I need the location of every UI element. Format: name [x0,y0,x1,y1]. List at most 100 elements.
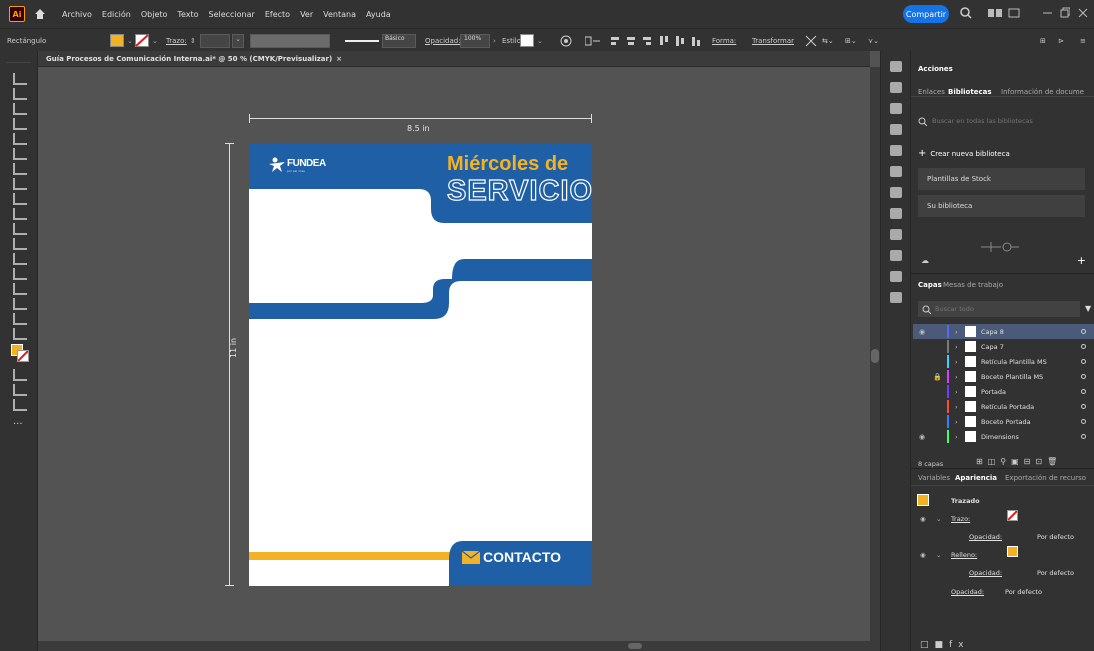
expand-chevron-icon[interactable]: › [955,403,965,411]
artboards-icon[interactable] [890,250,902,261]
recolor-icon[interactable] [560,29,572,52]
layer-row-boceto-plantilla[interactable]: 🔒 › Boceto Plantilla MS [913,369,1094,384]
color-mode-icon[interactable] [13,369,27,381]
tab-variables[interactable]: Variables [918,474,950,482]
layer-row-dimensions[interactable]: ◉ › Dimensions [913,429,1094,444]
align-left-icon[interactable] [610,29,622,52]
stroke-weight-dropdown[interactable]: ⌄ [232,29,244,52]
menu-edicion[interactable]: Edición [102,10,131,19]
rotate-tool-icon[interactable] [13,178,27,190]
target-circle[interactable] [1081,404,1086,409]
horizontal-scrollbar[interactable] [38,641,880,651]
shape-builder-tool-icon[interactable] [13,208,27,220]
appearance-stroke-label[interactable]: Trazo: [951,515,970,523]
opacity-field[interactable]: 100% [460,29,490,52]
library-search-input[interactable] [932,117,1082,125]
draw-mode-icon[interactable] [13,384,27,396]
align-middle-icon[interactable] [674,29,686,52]
selection-tool-icon[interactable] [13,73,27,85]
appearance-footer-icons[interactable]: □■fx [920,640,970,650]
layer-row-reticula-plantilla[interactable]: › Retícula Plantilla MS [913,354,1094,369]
fill-swatch[interactable]: ⌄ [110,29,133,52]
fill-stroke-widget[interactable] [0,344,37,366]
expand-chevron-icon[interactable]: › [955,433,965,441]
layer-row-boceto-portada[interactable]: › Boceto Portada [913,414,1094,429]
libraries-icon[interactable] [890,103,902,114]
tab-bibliotecas[interactable]: Bibliotecas [948,88,992,96]
menu-archivo[interactable]: Archivo [62,10,92,19]
transparency-icon[interactable] [890,208,902,219]
target-circle[interactable] [1081,374,1086,379]
scissors-tool-icon[interactable] [13,193,27,205]
tab-apariencia[interactable]: Apariencia [955,474,997,482]
layer-row-capa-8[interactable]: ◉ › Capa 8 [913,324,1094,339]
type-tool-icon[interactable] [13,163,27,175]
stroke-opacity-label[interactable]: Opacidad: [969,533,1002,541]
expand-chevron-icon[interactable]: › [955,418,965,426]
color-guide-icon[interactable] [890,229,902,240]
layer-row-capa-7[interactable]: › Capa 7 [913,339,1094,354]
stroke-swatch[interactable]: ⌄ [135,29,158,52]
arrange-objects-icon[interactable]: ⇆⌄ [822,29,834,52]
align-bottom-icon[interactable] [690,29,702,52]
layers-footer-icons[interactable]: ⊞◫⚲▣⊟⊡🗑 [976,457,1062,466]
actions-icon[interactable] [890,61,902,72]
document-tab[interactable]: Guía Procesos de Comunicación Interna.ai… [38,51,870,67]
horizontal-scroll-thumb[interactable] [628,643,642,649]
appearance-stroke-swatch[interactable] [1007,510,1018,521]
menu-objeto[interactable]: Objeto [141,10,168,19]
blend-tool-icon[interactable] [13,253,27,265]
target-circle[interactable] [1081,419,1086,424]
layers-search[interactable] [918,301,1080,317]
expand-chevron-icon[interactable]: ⌄ [936,551,941,559]
vertical-scrollbar[interactable] [870,67,880,641]
brushes-icon[interactable] [890,145,902,156]
layer-row-portada[interactable]: › Portada [913,384,1094,399]
shape-label[interactable]: Forma: [712,29,736,52]
column-graph-tool-icon[interactable] [13,283,27,295]
properties-icon[interactable]: ⊳ [1058,29,1064,52]
curvature-tool-icon[interactable] [13,118,27,130]
expand-chevron-icon[interactable]: › [955,373,965,381]
align-icon[interactable] [585,29,601,52]
fill-visibility-eye-icon[interactable]: ◉ [920,551,926,559]
links-icon[interactable] [890,82,902,93]
tab-enlaces[interactable]: Enlaces [918,88,945,96]
layer-row-reticula-portada[interactable]: › Retícula Portada [913,399,1094,414]
tab-capas[interactable]: Capas [918,281,942,289]
symbol-sprayer-tool-icon[interactable] [13,268,27,280]
eyedropper-tool-icon[interactable] [13,238,27,250]
opacity-label[interactable]: Opacidad: [425,29,461,52]
align-center-icon[interactable] [625,29,637,52]
library-search[interactable] [918,113,1085,129]
gradient-tool-icon[interactable] [13,223,27,235]
zoom-tool-icon[interactable] [13,313,27,325]
transform-label[interactable]: Transformar [752,29,794,52]
more-tools-icon[interactable]: ··· [13,419,37,430]
stroke-label[interactable]: Trazo: [166,29,187,52]
rectangle-tool-icon[interactable] [13,133,27,145]
cloud-icon[interactable]: ☁ [921,256,929,265]
stroke-weight-field[interactable] [200,29,230,52]
screen-mode-icon[interactable] [13,399,27,411]
menu-texto[interactable]: Texto [177,10,198,19]
tab-exportacion-recursos[interactable]: Exportación de recurso [1005,474,1086,482]
paintbrush-tool-icon[interactable] [13,148,27,160]
appearance-fill-swatch[interactable] [1007,546,1018,557]
puppet-warp-icon[interactable] [805,29,817,52]
create-library-button[interactable]: + Crear nueva biblioteca [918,148,1010,159]
artboard[interactable]: FUNDEA por ser mas Miércoles de SERVICIO… [249,143,592,586]
actions-panel-title[interactable]: Acciones [918,65,953,73]
visibility-eye-icon[interactable]: ◉ [919,433,933,441]
align-panel-icon[interactable] [890,271,902,282]
lock-icon[interactable]: 🔒 [933,373,947,381]
menu-ayuda[interactable]: Ayuda [366,10,391,19]
target-circle[interactable] [1081,359,1086,364]
visibility-eye-icon[interactable]: ◉ [919,328,933,336]
more-options-icon[interactable]: ⋎⌄ [868,29,879,52]
search-icon[interactable] [960,7,972,22]
symbols-icon[interactable] [890,124,902,135]
variable-width-field[interactable] [250,29,330,52]
expand-chevron-icon[interactable]: › [955,388,965,396]
fill-opacity-label[interactable]: Opacidad: [969,569,1002,577]
